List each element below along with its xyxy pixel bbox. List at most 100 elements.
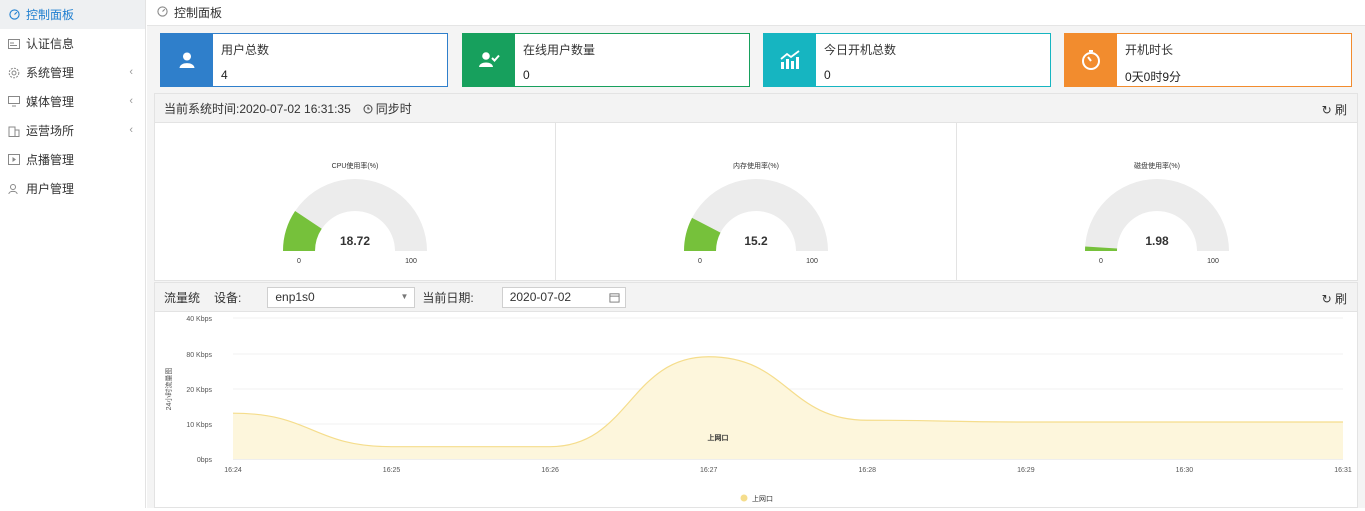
x-tick-label: 16:31 [1334,467,1352,474]
stat-title: 用户总数 [221,43,270,57]
x-tick-label: 16:30 [1176,467,1194,474]
sidebar-item-label: 系统管理 [26,66,75,80]
traffic-panel-header: 流量统 设备: enp1s0 ▼ 当前日期: 2020-07-02 ↻ 刷 [155,283,1357,312]
monitor-icon [8,96,20,108]
gauge-chart: CPU使用率(%) 18.72 0 100 [283,161,427,265]
sidebar-item-label: 点播管理 [26,153,75,167]
y-tick-label: 40 Kbps [186,316,212,323]
sidebar-item-2[interactable]: 系统管理 ‹ [0,58,145,87]
stat-card-body: 开机时长 0天0时9分 [1117,34,1351,86]
system-refresh-button[interactable]: ↻ 刷 [1322,101,1347,118]
y-tick-label: 20 Kbps [186,387,212,394]
gauge-cell-2: 磁盘使用率(%) 1.98 0 100 [957,123,1357,281]
stat-card-1: 在线用户数量 0 [462,33,750,87]
sidebar-item-0[interactable]: 控制面板 [0,0,145,29]
page-title: 控制面板 [174,6,223,20]
sidebar-item-1[interactable]: 认证信息 [0,29,145,58]
gauge-value: 15.2 [744,234,768,248]
y-axis-label: 24小时流量图 [164,368,173,411]
stat-value: 4 [221,68,228,82]
device-label: 设备: [214,290,242,305]
dashboard-icon [157,5,168,20]
area-fill [233,356,1343,459]
area-annotation: 上网口 [708,433,729,442]
stat-card-body: 用户总数 4 [213,34,447,86]
sidebar-item-label: 控制面板 [26,8,75,22]
sidebar-item-3[interactable]: 媒体管理 ‹ [0,87,145,116]
sidebar-item-4[interactable]: 运营场所 ‹ [0,116,145,145]
x-tick-label: 16:29 [1017,467,1035,474]
gauge-chart: 内存使用率(%) 15.2 0 100 [684,161,828,265]
main-content: 控制面板 用户总数 4 在线用户数量 0 今日开机总数 0 开机时长 0天0时9分 当前系统时… [147,0,1365,508]
stats-row: 用户总数 4 在线用户数量 0 今日开机总数 0 开机时长 0天0时9分 [160,33,1355,87]
x-tick-label: 16:24 [224,467,242,474]
gauge-min-label: 0 [698,258,702,265]
stat-card-body: 在线用户数量 0 [515,34,749,86]
gear-icon [8,67,20,79]
sidebar-item-label: 认证信息 [26,37,75,51]
stat-value: 0 [824,68,831,82]
gauge-cell-0: CPU使用率(%) 18.72 0 100 [155,123,556,281]
x-tick-label: 16:28 [859,467,877,474]
stat-card-3: 开机时长 0天0时9分 [1064,33,1352,87]
legend-marker[interactable] [740,494,748,502]
gauge-max-label: 100 [1207,258,1219,265]
clock-icon [363,103,373,117]
gauge-min-label: 0 [297,258,301,265]
building-icon [8,125,20,137]
sidebar-item-label: 用户管理 [26,182,75,196]
timer-icon [1065,34,1117,86]
chevron-left-icon: ‹ [129,66,133,78]
x-tick-label: 16:27 [700,467,718,474]
x-tick-label: 16:26 [541,467,559,474]
gauge-title: CPU使用率(%) [332,161,379,170]
y-tick-label: 10 Kbps [186,422,212,429]
sync-time-button[interactable]: 同步时 [363,100,412,117]
caret-down-icon: ▼ [400,291,409,301]
users-icon [8,183,20,195]
x-tick-label: 16:25 [383,467,401,474]
gauge-chart: 磁盘使用率(%) 1.98 0 100 [1085,161,1229,265]
chevron-left-icon: ‹ [129,95,133,107]
stat-title: 今日开机总数 [824,43,897,57]
legend-label[interactable]: 上网口 [752,494,773,503]
user-check-icon [463,34,515,86]
device-select[interactable]: enp1s0 ▼ [267,286,416,308]
calendar-icon [609,292,620,306]
stat-value: 0 [523,68,530,82]
gauge-max-label: 100 [806,258,818,265]
traffic-panel: 流量统 设备: enp1s0 ▼ 当前日期: 2020-07-02 ↻ 刷 0b… [154,282,1358,508]
date-label: 当前日期: [422,290,474,305]
system-time: 当前系统时间:2020-07-02 16:31:35 [164,101,351,116]
dashboard-icon [8,9,20,21]
sidebar: 控制面板 认证信息 系统管理 ‹ 媒体管理 ‹ 运营场所 ‹ 点播管理 用户管理 [0,0,146,508]
system-panel-header: 当前系统时间:2020-07-02 16:31:35 同步时 ↻ 刷 [155,94,1357,123]
sidebar-item-5[interactable]: 点播管理 [0,145,145,174]
breadcrumb: 控制面板 [147,0,1365,26]
gauge-cell-1: 内存使用率(%) 15.2 0 100 [556,123,957,281]
refresh-icon: ↻ [1321,292,1332,306]
stat-title: 在线用户数量 [523,43,596,57]
chart-up-icon [764,34,816,86]
gauges-row: CPU使用率(%) 18.72 0 100 内存使用率(%) 15.2 0 100 磁盘使用率(… [155,123,1357,281]
gauge-min-label: 0 [1099,258,1103,265]
gauge-value: 18.72 [340,234,370,248]
chevron-left-icon: ‹ [129,124,133,136]
user-icon [161,34,213,86]
id-card-icon [8,38,20,50]
stat-card-body: 今日开机总数 0 [816,34,1050,86]
y-tick-label: 80 Kbps [186,352,212,359]
sidebar-item-6[interactable]: 用户管理 [0,174,145,203]
traffic-title: 流量统 [164,290,201,305]
date-picker-input[interactable]: 2020-07-02 [501,286,626,308]
traffic-refresh-button[interactable]: ↻ 刷 [1322,290,1347,307]
sidebar-item-label: 运营场所 [26,124,75,138]
gauge-title: 内存使用率(%) [733,161,779,170]
traffic-area-chart: 0bps 10 Kbps 20 Kbps 80 Kbps 40 Kbps 24小时流量图 1… [164,316,1352,503]
gauge-max-label: 100 [405,258,417,265]
stat-title: 开机时长 [1125,43,1174,57]
refresh-icon: ↻ [1321,103,1332,117]
system-panel: 当前系统时间:2020-07-02 16:31:35 同步时 ↻ 刷 CPU使用… [154,93,1358,281]
stat-value: 0天0时9分 [1125,70,1182,84]
gauge-value: 1.98 [1145,234,1169,248]
